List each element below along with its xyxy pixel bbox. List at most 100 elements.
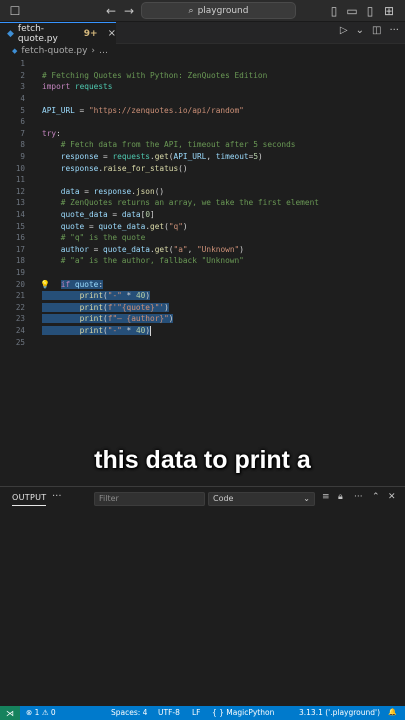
remote-window-icon[interactable]: ☐ (8, 2, 22, 20)
close-panel-icon[interactable]: ✕ (388, 492, 396, 502)
code-text: data = response.json() (60, 186, 165, 196)
line-number: 12 (15, 186, 25, 196)
command-center-search[interactable]: ⌕ playground (141, 2, 296, 19)
customize-layout-icon[interactable]: ⊞ (382, 2, 396, 20)
code-text: if quote: (60, 279, 104, 289)
panel-more-icon[interactable]: ··· (52, 491, 62, 502)
code-line[interactable]: 22 print(f'"{quote}"') (0, 302, 405, 314)
code-text: import requests (42, 82, 113, 92)
run-icon[interactable]: ▷ (340, 25, 348, 36)
output-channel-value: Code (213, 494, 234, 503)
encoding-indicator[interactable]: UTF-8 (158, 708, 180, 717)
title-bar: ☐ ← → ⌕ playground ▯ ▭ ▯ ⊞ (0, 0, 405, 22)
line-number: 11 (15, 175, 25, 185)
line-number: 20 (15, 279, 25, 289)
tab-output[interactable]: OUTPUT (12, 493, 47, 506)
line-number: 6 (20, 117, 25, 127)
split-editor-icon[interactable]: ◫ (372, 25, 381, 36)
line-number: 19 (15, 268, 25, 278)
line-number: 23 (15, 314, 25, 324)
toggle-sidebar-icon[interactable]: ▯ (328, 2, 340, 20)
status-bar: ⋊ ⊗ 1 ⚠ 0 Spaces: 4 UTF-8 LF { } MagicPy… (0, 706, 405, 720)
language-mode[interactable]: { } MagicPython (212, 708, 274, 717)
code-text: # "q" is the quote (60, 233, 146, 243)
code-line[interactable]: 20 if quote: 💡 (0, 278, 405, 290)
breadcrumb-more[interactable]: … (99, 46, 108, 56)
indentation-indicator[interactable]: Spaces: 4 (111, 708, 147, 717)
code-text: print("-" * 40) (42, 291, 151, 301)
code-line[interactable]: 25 (0, 336, 405, 348)
lock-icon[interactable]: 🔒︎ (338, 492, 343, 502)
line-number: 21 (15, 291, 25, 301)
code-text: print("-" * 40) (42, 325, 152, 336)
clear-output-icon[interactable]: ≡ (322, 492, 330, 502)
breadcrumb-file[interactable]: fetch-quote.py (21, 46, 87, 56)
more-actions-icon[interactable]: ··· (389, 25, 399, 36)
problems-indicator[interactable]: ⊗ 1 ⚠ 0 (26, 708, 56, 717)
code-line[interactable]: 24 print("-" * 40) (0, 325, 405, 337)
code-text: # "a" is the author, fallback "Unknown" (60, 256, 244, 266)
line-number: 1 (20, 59, 25, 69)
code-line[interactable]: 12 data = response.json() (0, 186, 405, 198)
code-line[interactable]: 7 try: (0, 128, 405, 140)
line-number: 22 (15, 302, 25, 312)
code-line[interactable]: 2 # Fetching Quotes with Python: ZenQuote… (0, 70, 405, 82)
code-line[interactable]: 23 print(f"— {author}") (0, 313, 405, 325)
code-line[interactable]: 14 quote_data = data[0] (0, 209, 405, 221)
code-line[interactable]: 8 # Fetch data from the API, timeout aft… (0, 139, 405, 151)
code-line[interactable]: 19 (0, 267, 405, 279)
chevron-down-icon[interactable]: ⌄ (356, 25, 364, 36)
breadcrumb: ◆ fetch-quote.py › … (0, 44, 405, 58)
maximize-panel-icon[interactable]: ⌃ (372, 492, 380, 502)
line-number: 24 (15, 326, 25, 336)
more-actions-icon[interactable]: ··· (354, 492, 363, 502)
code-line[interactable]: 6 (0, 116, 405, 128)
code-text: quote = quote_data.get("q") (60, 221, 188, 231)
output-panel[interactable] (0, 510, 405, 706)
code-line[interactable]: 11 (0, 174, 405, 186)
line-number: 2 (20, 70, 25, 80)
line-number: 8 (20, 140, 25, 150)
output-channel-select[interactable]: Code ⌄ (208, 492, 315, 506)
close-icon[interactable]: × (108, 28, 116, 39)
code-text: quote_data = data[0] (60, 210, 155, 220)
code-line[interactable]: 4 (0, 93, 405, 105)
remote-icon[interactable]: ⋊ (0, 706, 20, 720)
eol-indicator[interactable]: LF (192, 708, 201, 717)
line-number: 3 (20, 82, 25, 92)
arrow-right-icon[interactable]: → (122, 2, 136, 20)
code-line[interactable]: 15 quote = quote_data.get("q") (0, 220, 405, 232)
code-line[interactable]: 17 author = quote_data.get("a", "Unknown… (0, 244, 405, 256)
code-text: API_URL = "https://zenquotes.io/api/rand… (42, 105, 244, 115)
bell-icon[interactable]: 🔔 (388, 708, 397, 716)
editor-tab-bar: ◆ fetch-quote.py 9+ × ▷ ⌄ ◫ ··· (0, 22, 405, 44)
toggle-panel-icon[interactable]: ▭ (346, 2, 358, 20)
code-line[interactable]: 10 response.raise_for_status() (0, 162, 405, 174)
line-number: 5 (20, 105, 25, 115)
code-text: print(f"— {author}") (42, 314, 174, 324)
line-number: 4 (20, 94, 25, 104)
arrow-left-icon[interactable]: ← (104, 2, 118, 20)
tab-fetch-quote[interactable]: ◆ fetch-quote.py 9+ × (0, 22, 116, 44)
code-line[interactable]: 3 import requests (0, 81, 405, 93)
python-file-icon: ◆ (7, 28, 14, 39)
code-text: author = quote_data.get("a", "Unknown") (60, 244, 244, 254)
code-editor[interactable]: 1 2 # Fetching Quotes with Python: ZenQuot… (0, 58, 405, 478)
search-icon: ⌕ (188, 5, 194, 16)
lightbulb-icon[interactable]: 💡 (40, 280, 50, 289)
toggle-secondary-sidebar-icon[interactable]: ▯ (364, 2, 376, 20)
code-line[interactable]: 21 print("-" * 40) (0, 290, 405, 302)
code-line[interactable]: 9 response = requests.get(API_URL, timeo… (0, 151, 405, 163)
tab-filename: fetch-quote.py (17, 23, 58, 44)
python-interpreter[interactable]: 3.13.1 ('.playground') (299, 708, 380, 717)
line-number: 15 (15, 221, 25, 231)
python-file-icon: ◆ (12, 47, 18, 55)
search-text: playground (197, 5, 249, 16)
code-line[interactable]: 1 (0, 58, 405, 70)
code-line[interactable]: 13 # ZenQuotes returns an array, we take… (0, 197, 405, 209)
output-filter-input[interactable]: Filter (94, 492, 205, 506)
code-line[interactable]: 18 # "a" is the author, fallback "Unknow… (0, 255, 405, 267)
line-number: 7 (20, 128, 25, 138)
code-line[interactable]: 16 # "q" is the quote (0, 232, 405, 244)
code-line[interactable]: 5 API_URL = "https://zenquotes.io/api/ran… (0, 104, 405, 116)
